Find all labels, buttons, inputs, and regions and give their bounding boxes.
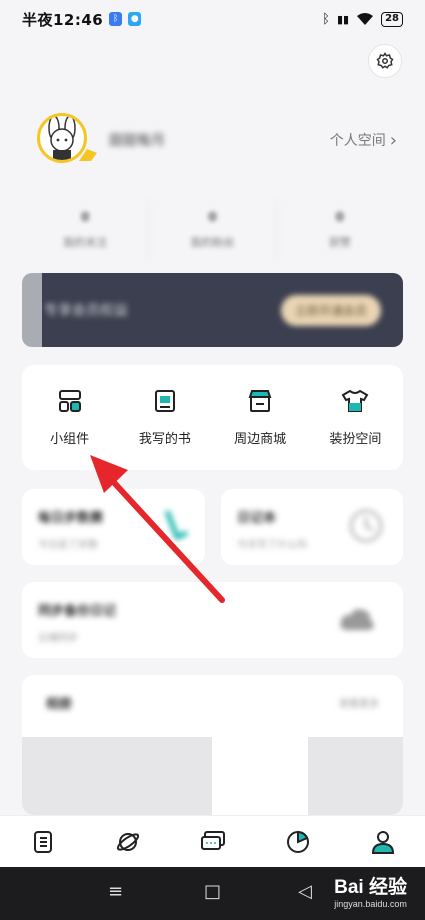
backup-card[interactable]: 同步备份日记 云端同步 <box>22 582 403 658</box>
status-bar: 半夜12:46 ᛒ ● ᛒ ▮▮ 28 <box>0 0 425 38</box>
album-thumbnail[interactable] <box>22 737 212 815</box>
vip-banner[interactable]: 专享会员权益 立即开通会员 <box>22 273 403 347</box>
shortcut-dressup[interactable]: 装扮空间 <box>308 365 403 470</box>
stat-followers[interactable]: 0 我的粉丝 <box>149 200 277 260</box>
shortcut-label: 装扮空间 <box>329 432 382 447</box>
shortcut-label: 周边商城 <box>234 432 287 447</box>
book-icon <box>154 390 175 412</box>
personal-space-label: 个人空间 <box>329 133 386 149</box>
nickname: 甜甜每月 <box>109 133 165 149</box>
gear-icon <box>376 52 394 69</box>
stat-value: 0 <box>335 210 344 224</box>
stat-label: 我的关注 <box>63 236 108 249</box>
stat-label: 获赞 <box>328 236 351 249</box>
bluetooth-icon: ᛒ <box>322 11 330 27</box>
wifi-icon <box>357 13 374 25</box>
settings-button[interactable] <box>368 44 402 78</box>
pie-chart-icon <box>286 830 309 853</box>
steps-card[interactable]: 每日步数赛 今日走了步数 <box>22 489 205 565</box>
planet-icon <box>116 832 139 851</box>
view-more-link[interactable]: 查看更多 <box>339 695 379 710</box>
shortcut-label: 小组件 <box>50 432 90 447</box>
vip-open-button[interactable]: 立即开通会员 <box>280 294 381 326</box>
message-app-icon: ● <box>128 12 142 26</box>
back-nav-button[interactable]: ◁ <box>298 881 312 902</box>
chevron-right-icon: › <box>389 129 397 151</box>
battery-icon: 28 <box>381 11 403 27</box>
stat-value: 0 <box>80 210 90 224</box>
tab-stats[interactable] <box>255 829 340 855</box>
stat-label: 我的粉丝 <box>190 236 235 249</box>
tshirt-icon <box>341 389 369 412</box>
tab-profile[interactable] <box>340 829 425 855</box>
profile-header: 甜甜每月 个人空间 › <box>37 108 397 172</box>
watermark: Bai 经验 jingyan.baidu.com <box>334 872 407 909</box>
status-time: 半夜12:46 <box>22 10 104 29</box>
card-title: 同步备份日记 <box>38 604 117 619</box>
card-title: 相册 <box>46 697 73 712</box>
tab-messages[interactable] <box>170 830 255 854</box>
tab-discover[interactable] <box>85 829 170 855</box>
card-subtitle: 云端同步 <box>38 633 78 644</box>
diary-card[interactable]: 日记本 今天写了什么吗 <box>221 489 403 565</box>
menu-nav-button[interactable]: ≡ <box>108 881 123 902</box>
shortcut-my-books[interactable]: 我写的书 <box>117 365 212 470</box>
stat-likes[interactable]: 0 获赞 <box>277 200 403 260</box>
shortcut-widgets[interactable]: 小组件 <box>22 365 117 470</box>
album-card[interactable]: 相册 查看更多 <box>22 675 403 815</box>
bluetooth-app-icon: ᛒ <box>109 12 123 26</box>
vip-banner-text: 专享会员权益 <box>44 303 128 319</box>
shortcut-card: 小组件 我写的书 周边商城 装扮空间 <box>22 365 403 470</box>
blur-overlay <box>22 266 42 354</box>
avatar[interactable] <box>37 109 97 171</box>
widget-icon <box>58 390 81 412</box>
bottom-tab-bar <box>0 815 425 867</box>
clock-icon <box>349 509 383 543</box>
watermark-url: jingyan.baidu.com <box>334 899 407 909</box>
signal-icon: ▮▮ <box>336 12 350 26</box>
home-nav-button[interactable]: □ <box>204 881 221 902</box>
stat-value: 0 <box>208 210 217 224</box>
personal-space-link[interactable]: 个人空间 › <box>330 130 397 151</box>
stats-row: 0 我的关注 0 我的粉丝 0 获赞 <box>22 200 403 260</box>
notebook-icon <box>33 830 52 853</box>
album-thumbnail[interactable] <box>308 737 403 815</box>
person-icon <box>371 830 394 854</box>
shoe-icon <box>164 510 188 541</box>
tab-diary[interactable] <box>0 830 85 854</box>
shortcut-shop[interactable]: 周边商城 <box>213 365 308 470</box>
cloud-icon <box>340 609 374 630</box>
chat-icon <box>200 830 225 850</box>
shop-icon <box>248 390 272 412</box>
stat-following[interactable]: 0 我的关注 <box>22 200 150 260</box>
shortcut-label: 我写的书 <box>138 432 191 447</box>
watermark-logo: Bai 经验 <box>334 877 407 898</box>
